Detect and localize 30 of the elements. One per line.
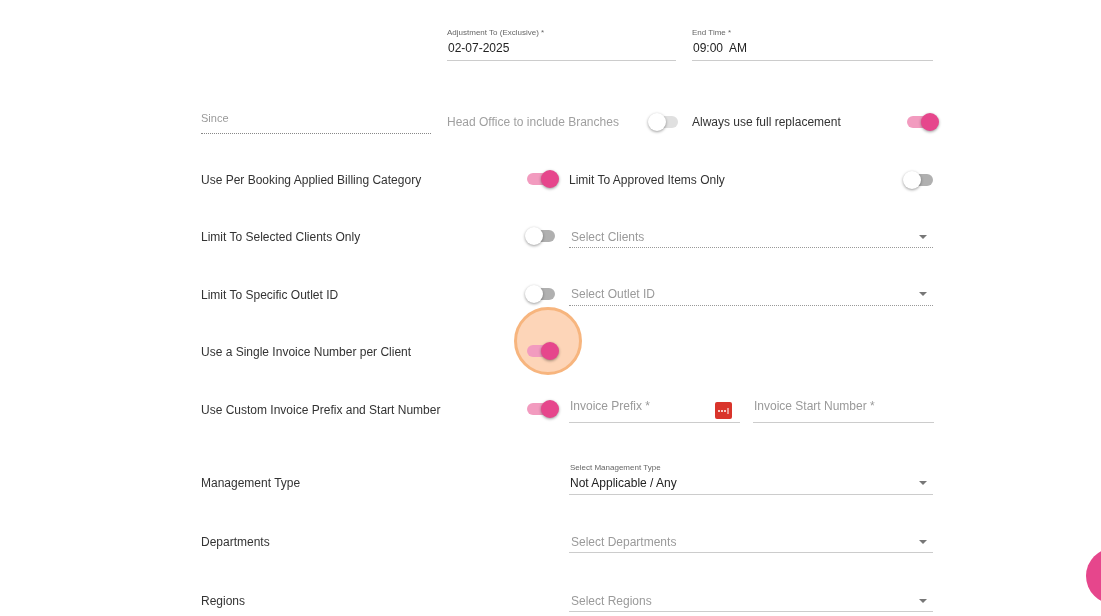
caret-icon (919, 234, 927, 239)
select-field[interactable]: Select Departments (569, 531, 933, 553)
toggle-label: Limit To Specific Outlet ID (201, 286, 339, 304)
toggle-switch[interactable] (527, 230, 555, 243)
text-field[interactable]: Adjustment To (Exclusive) * 02-07-2025 (447, 27, 676, 61)
caret-icon (919, 292, 927, 297)
field-label: Management Type (201, 475, 302, 492)
toggle-label: Use Per Booking Applied Billing Category (201, 171, 422, 189)
toggle-switch[interactable] (527, 287, 555, 300)
field-label: Departments (201, 534, 271, 551)
password-icon (715, 401, 732, 419)
select-field[interactable]: Select Regions (569, 590, 933, 612)
toggle-label: Use Custom Invoice Prefix and Start Number (201, 401, 441, 419)
toggle-label: Use a Single Invoice Number per Client (201, 344, 412, 362)
input-field[interactable]: Invoice Start Number * (753, 396, 934, 423)
toggle-label: Limit To Approved Items Only (569, 171, 725, 189)
input-field[interactable]: Invoice Prefix * (569, 396, 740, 423)
toggle-label: Always use full replacement (692, 114, 841, 131)
since-field[interactable]: Since (201, 110, 431, 134)
caret-icon (919, 539, 927, 544)
toggle-label: Head Office to include Branches (447, 114, 619, 131)
text-field[interactable]: End Time * 09:00 AM (692, 27, 933, 61)
toggle-switch[interactable] (905, 173, 933, 186)
toggle-label: Limit To Selected Clients Only (201, 229, 361, 247)
caret-icon (919, 598, 927, 603)
field-label: Regions (201, 593, 247, 610)
select-field[interactable]: Select Management Type Not Applicable / Any (569, 461, 933, 495)
caret-icon (919, 480, 927, 485)
select-field[interactable]: Select Outlet ID (569, 283, 933, 306)
select-field[interactable]: Select Clients (569, 226, 933, 249)
